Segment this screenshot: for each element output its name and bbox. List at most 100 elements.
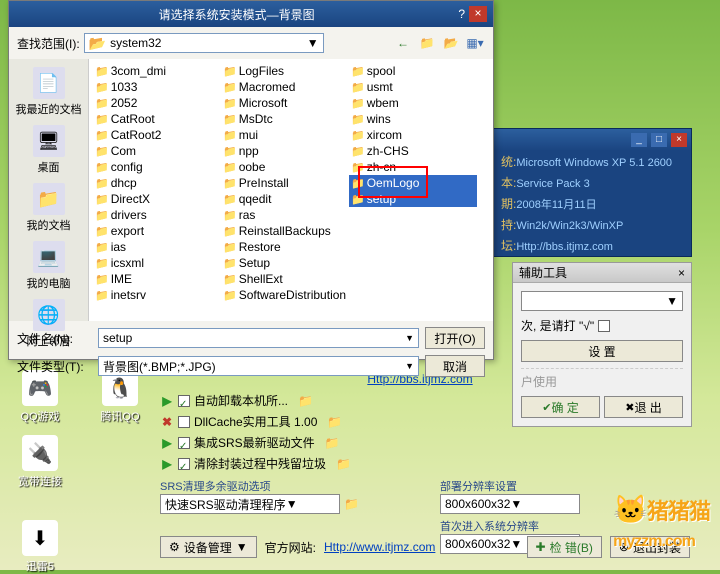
aux-checkbox[interactable] [598, 320, 610, 332]
file-list[interactable]: 📁3com_dmi📁1033📁2052📁CatRoot📁CatRoot2📁Com… [89, 59, 493, 321]
browse-icon[interactable]: 📁 [327, 415, 342, 429]
lookin-value: system32 [110, 36, 161, 50]
cat-icon: 🐱 [613, 494, 647, 525]
file-item[interactable]: 📁qqedit [221, 191, 349, 207]
file-item[interactable]: 📁xircom [349, 127, 477, 143]
devmgr-button[interactable]: ⚙ 设备管理 ▼ [160, 536, 257, 558]
file-item[interactable]: 📁ias [93, 239, 221, 255]
sidebar-item[interactable]: 💻我的电脑 [25, 239, 73, 293]
folder-icon: 📁 [351, 81, 365, 94]
file-item[interactable]: 📁ras [221, 207, 349, 223]
filename-input[interactable]: setup▼ [98, 328, 419, 348]
place-label: 我的电脑 [27, 275, 71, 291]
file-item[interactable]: 📁SoftwareDistribution [221, 287, 349, 303]
file-item[interactable]: 📁1033 [93, 79, 221, 95]
back-icon[interactable]: ← [393, 33, 413, 53]
filename-label: 文件名(N): [17, 330, 92, 347]
lookin-combo[interactable]: 📂 system32 ▼ [84, 33, 324, 53]
file-item[interactable]: 📁oobe [221, 159, 349, 175]
checkbox[interactable] [178, 458, 190, 470]
file-item[interactable]: 📁wins [349, 111, 477, 127]
file-item[interactable]: 📁3com_dmi [93, 63, 221, 79]
close-icon[interactable]: × [469, 6, 487, 22]
file-name: IME [111, 272, 132, 286]
checkbox[interactable] [178, 416, 190, 428]
checkbox[interactable] [178, 437, 190, 449]
file-item[interactable]: 📁2052 [93, 95, 221, 111]
minimize-icon[interactable]: _ [631, 133, 647, 147]
file-item[interactable]: 📁config [93, 159, 221, 175]
file-item[interactable]: 📁wbem [349, 95, 477, 111]
debug-button[interactable]: ✚ 检 错(B) [527, 536, 602, 558]
sidebar-item[interactable]: 📁我的文档 [25, 181, 73, 235]
file-name: wins [367, 112, 391, 126]
file-item[interactable]: 📁Setup [221, 255, 349, 271]
file-item[interactable]: 📁spool [349, 63, 477, 79]
file-item[interactable]: 📁CatRoot2 [93, 127, 221, 143]
file-item[interactable]: 📁IME [93, 271, 221, 287]
help-icon[interactable]: ? [458, 7, 465, 21]
maximize-icon[interactable]: □ [651, 133, 667, 147]
delete-icon[interactable]: ✖ [160, 415, 174, 429]
res-label: 部署分辨率设置 [440, 478, 680, 494]
file-item[interactable]: 📁PreInstall [221, 175, 349, 191]
aux-combo[interactable]: ▼ [521, 291, 683, 311]
browse-icon[interactable]: 📁 [344, 497, 359, 511]
info-line: 统:Microsoft Windows XP 5.1 2600 [493, 151, 691, 172]
play-icon[interactable]: ▶ [160, 457, 174, 471]
file-name: SoftwareDistribution [239, 288, 346, 302]
dialog-titlebar[interactable]: 请选择系统安装模式—背景图 ? × [9, 1, 493, 27]
checkbox[interactable] [178, 395, 190, 407]
place-label: 桌面 [38, 159, 60, 175]
file-item[interactable]: 📁zh-CHS [349, 143, 477, 159]
file-item[interactable]: 📁Microsoft [221, 95, 349, 111]
file-item[interactable]: 📁npp [221, 143, 349, 159]
file-item[interactable]: 📁dhcp [93, 175, 221, 191]
file-item[interactable]: 📁ShellExt [221, 271, 349, 287]
folder-icon: 📁 [95, 97, 109, 110]
close-icon[interactable]: × [671, 133, 687, 147]
file-item[interactable]: 📁Restore [221, 239, 349, 255]
browse-icon[interactable]: 📁 [298, 394, 313, 408]
desktop-icon-broadband[interactable]: 🔌 宽带连接 [10, 435, 70, 489]
file-item[interactable]: 📁DirectX [93, 191, 221, 207]
file-item[interactable]: 📁Com [93, 143, 221, 159]
res-combo[interactable]: 800x600x32▼ [440, 494, 580, 514]
file-item[interactable]: 📁MsDtc [221, 111, 349, 127]
play-icon[interactable]: ▶ [160, 436, 174, 450]
file-item[interactable]: 📁ReinstallBackups [221, 223, 349, 239]
view-icon[interactable]: ▦▾ [465, 33, 485, 53]
file-item[interactable]: 📁usmt [349, 79, 477, 95]
close-icon[interactable]: × [678, 266, 685, 280]
browse-icon[interactable]: 📁 [336, 457, 351, 471]
newfolder-icon[interactable]: 📂 [441, 33, 461, 53]
play-icon[interactable]: ▶ [160, 394, 174, 408]
filetype-combo[interactable]: 背景图(*.BMP;*.JPG)▼ [98, 356, 419, 376]
file-item[interactable]: 📁inetsrv [93, 287, 221, 303]
sidebar-item[interactable]: 📄我最近的文档 [14, 65, 84, 119]
place-icon: 🖥 [33, 125, 65, 157]
file-item[interactable]: 📁export [93, 223, 221, 239]
open-button[interactable]: 打开(O) [425, 327, 485, 349]
file-item[interactable]: 📁drivers [93, 207, 221, 223]
file-item[interactable]: 📁icsxml [93, 255, 221, 271]
up-icon[interactable]: 📁 [417, 33, 437, 53]
cancel-button[interactable]: 取消 [425, 355, 485, 377]
file-item[interactable]: 📁LogFiles [221, 63, 349, 79]
browse-icon[interactable]: 📁 [325, 436, 340, 450]
file-item[interactable]: 📁Macromed [221, 79, 349, 95]
file-name: zh-cn [367, 160, 396, 174]
sidebar-item[interactable]: 🖥 桌面 [31, 123, 67, 177]
file-item[interactable]: 📁CatRoot [93, 111, 221, 127]
settings-button[interactable]: 设 置 [521, 340, 683, 362]
file-item[interactable]: 📁OemLogo [349, 175, 477, 191]
file-name: DirectX [111, 192, 150, 206]
file-item[interactable]: 📁mui [221, 127, 349, 143]
file-item[interactable]: 📁zh-cn [349, 159, 477, 175]
folder-icon: 📁 [223, 81, 237, 94]
desktop-icon-xunlei[interactable]: ⬇ 迅雷5 [10, 520, 70, 574]
official-link[interactable]: Http://www.itjmz.com [324, 540, 435, 554]
srs-combo[interactable]: 快速SRS驱动清理程序▼ [160, 494, 340, 514]
file-name: Macromed [239, 80, 296, 94]
file-item[interactable]: 📁setup [349, 191, 477, 207]
